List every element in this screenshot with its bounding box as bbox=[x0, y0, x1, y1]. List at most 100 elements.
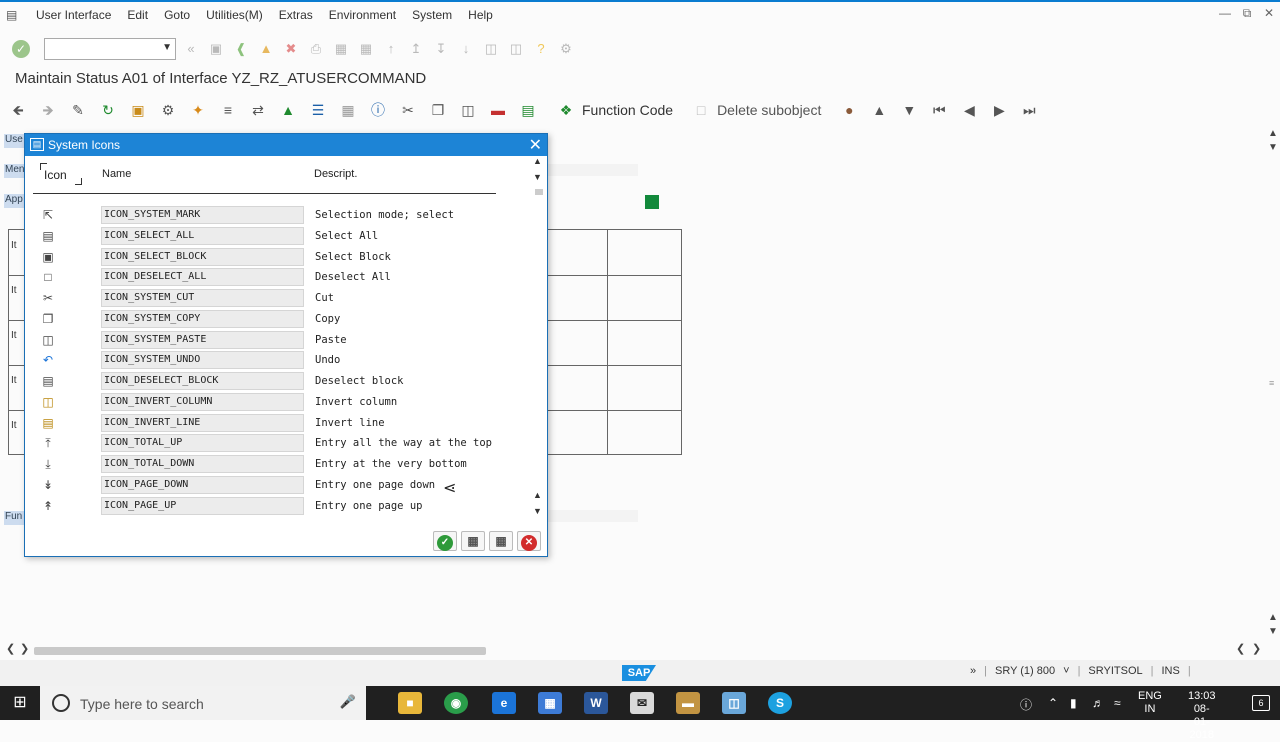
menu-environment[interactable]: Environment bbox=[321, 8, 404, 22]
dialog-titlebar[interactable]: ▤ System Icons ✕ bbox=[25, 134, 547, 156]
menu-edit[interactable]: Edit bbox=[119, 8, 156, 22]
test-wand-icon[interactable]: ✦ bbox=[186, 99, 210, 121]
icon-name-field[interactable]: ICON_SYSTEM_CUT bbox=[101, 289, 304, 307]
triangle-up-icon[interactable]: ▲ bbox=[867, 99, 891, 121]
print-icon[interactable]: ⎙ bbox=[306, 39, 326, 59]
chevron-down-icon[interactable]: ▼ bbox=[162, 42, 172, 53]
chevron-down-icon[interactable]: ˅ bbox=[1063, 665, 1069, 677]
scroll-down-icon[interactable]: ▼ bbox=[533, 506, 542, 516]
last-icon[interactable]: ⏭ bbox=[1017, 99, 1041, 121]
notification-icon[interactable]: 6 bbox=[1252, 695, 1270, 711]
microphone-icon[interactable]: 🎤 bbox=[340, 694, 356, 710]
bg-field[interactable] bbox=[546, 164, 638, 176]
help-circle-icon[interactable]: ⓘ bbox=[1020, 696, 1032, 713]
icon-name-field[interactable]: ICON_INVERT_COLUMN bbox=[101, 392, 304, 411]
delete-row-icon[interactable]: ▬ bbox=[486, 99, 510, 121]
find-button[interactable]: ▦ bbox=[461, 531, 485, 551]
icon-name-field[interactable]: ICON_INVERT_LINE bbox=[101, 413, 304, 432]
activate-icon[interactable]: ⚙ bbox=[156, 99, 180, 121]
delete-subobject-button[interactable]: Delete subobject bbox=[717, 102, 821, 118]
exit-icon[interactable]: ▲ bbox=[256, 39, 276, 59]
icon-name-field[interactable]: ICON_SYSTEM_PASTE bbox=[101, 330, 304, 349]
app-menu-icon[interactable]: ▤ bbox=[6, 8, 24, 22]
menu-system[interactable]: System bbox=[404, 8, 460, 22]
cancel-button[interactable]: ✕ bbox=[517, 531, 541, 551]
customize-gear-icon[interactable]: ⚙ bbox=[556, 39, 576, 59]
minimize-icon[interactable]: — bbox=[1214, 2, 1236, 24]
taskbar-clock[interactable]: 13:03 08-01-2018 bbox=[1188, 690, 1216, 742]
insert-row-icon[interactable]: ▤ bbox=[516, 99, 540, 121]
sap-logon-icon[interactable]: ▬ bbox=[676, 692, 700, 714]
enter-check-icon[interactable]: ✓ bbox=[12, 40, 30, 58]
display-change-icon[interactable]: ✎ bbox=[66, 99, 90, 121]
wifi-icon[interactable]: ≈ bbox=[1114, 696, 1121, 710]
scroll-down-icon[interactable]: ▼ bbox=[1266, 142, 1280, 153]
chevron-up-icon[interactable]: ⌃ bbox=[1048, 696, 1058, 710]
find-next-icon[interactable]: ▦ bbox=[356, 39, 376, 59]
dialog-vertical-scrollbar[interactable]: ▲ ▼ ▲ ▼ bbox=[531, 156, 547, 518]
where-used-icon[interactable]: ≡ bbox=[216, 99, 240, 121]
list-item[interactable]: □ ICON_DESELECT_ALL Deselect All bbox=[25, 267, 531, 288]
confirm-button[interactable]: ✓ bbox=[433, 531, 457, 551]
arrow-right-icon[interactable]: 🡺 bbox=[36, 99, 60, 121]
delete-subobject-icon[interactable]: □ bbox=[689, 99, 713, 121]
scroll-thumb[interactable] bbox=[535, 189, 543, 195]
file-explorer-icon[interactable]: ■ bbox=[398, 692, 422, 714]
icon-name-field[interactable]: ICON_PAGE_UP bbox=[101, 496, 304, 515]
column-header-icon[interactable]: Icon bbox=[39, 162, 83, 186]
function-code-button[interactable]: Function Code bbox=[582, 102, 673, 118]
scroll-grip-icon[interactable]: ≡ bbox=[1269, 378, 1277, 392]
icon-name-field[interactable]: ICON_DESELECT_ALL bbox=[101, 268, 304, 287]
arrow-left-icon[interactable]: 🡸 bbox=[6, 99, 30, 121]
sap-gui-icon[interactable]: ◫ bbox=[722, 692, 746, 714]
object-list-icon[interactable]: ☰ bbox=[306, 99, 330, 121]
menu-help[interactable]: Help bbox=[460, 8, 501, 22]
windows-start-icon[interactable]: ⊞ bbox=[0, 686, 40, 720]
list-item[interactable]: ▤ ICON_DESELECT_BLOCK Deselect block bbox=[25, 371, 531, 392]
table-icon[interactable]: ▦ bbox=[336, 99, 360, 121]
close-icon[interactable]: ✕ bbox=[529, 135, 542, 155]
triangle-down-icon[interactable]: ▼ bbox=[897, 99, 921, 121]
list-item[interactable]: ↟ ICON_PAGE_UP Entry one page up bbox=[25, 496, 531, 517]
word-icon[interactable]: W bbox=[584, 692, 608, 714]
info-icon[interactable]: ⓘ bbox=[366, 99, 390, 121]
icon-name-field[interactable]: ICON_SELECT_ALL bbox=[101, 226, 304, 245]
hat-icon[interactable]: ● bbox=[837, 99, 861, 121]
taskbar-search[interactable]: Type here to search 🎤 bbox=[40, 686, 366, 720]
icon-name-field[interactable]: ICON_DESELECT_BLOCK bbox=[101, 372, 304, 390]
list-item[interactable]: ✂ ICON_SYSTEM_CUT Cut bbox=[25, 288, 531, 309]
paste-toolbar-icon[interactable]: ◫ bbox=[456, 99, 480, 121]
previous-page-icon[interactable]: ↥ bbox=[406, 39, 426, 59]
battery-icon[interactable]: ▮ bbox=[1070, 696, 1077, 710]
scroll-down-icon[interactable]: ▼ bbox=[533, 172, 542, 182]
list-item[interactable]: ⤓ ICON_TOTAL_DOWN Entry at the very bottom bbox=[25, 454, 531, 475]
menu-user-interface[interactable]: User Interface bbox=[28, 8, 119, 22]
find-next-button[interactable]: ▦ bbox=[489, 531, 513, 551]
active-inactive-icon[interactable]: ↻ bbox=[96, 99, 120, 121]
expand-icon[interactable]: » bbox=[970, 665, 976, 677]
mail-icon[interactable]: ✉ bbox=[630, 692, 654, 714]
previous-icon[interactable]: ◀ bbox=[957, 99, 981, 121]
icon-name-field[interactable]: ICON_SYSTEM_UNDO bbox=[101, 351, 304, 370]
main-vertical-scrollbar[interactable]: ▲ ▼ ≡ ▲ ▼ bbox=[1266, 128, 1280, 640]
icon-name-field[interactable]: ICON_SYSTEM_MARK bbox=[101, 206, 304, 224]
column-header-name[interactable]: Name bbox=[102, 168, 131, 180]
volume-icon[interactable]: ♬ bbox=[1092, 696, 1104, 710]
copy-toolbar-icon[interactable]: ❐ bbox=[426, 99, 450, 121]
help-icon[interactable]: ? bbox=[531, 39, 551, 59]
next-page-icon[interactable]: ↧ bbox=[431, 39, 451, 59]
new-session-icon[interactable]: ◫ bbox=[481, 39, 501, 59]
icon-name-field[interactable]: ICON_TOTAL_UP bbox=[101, 434, 304, 453]
list-item[interactable]: ◫ ICON_SYSTEM_PASTE Paste bbox=[25, 330, 531, 351]
next-icon[interactable]: ▶ bbox=[987, 99, 1011, 121]
menu-extras[interactable]: Extras bbox=[271, 8, 321, 22]
collapse-double-left-icon[interactable]: « bbox=[181, 39, 201, 59]
list-item[interactable]: ◫ ICON_INVERT_COLUMN Invert column bbox=[25, 392, 531, 413]
list-item[interactable]: ▣ ICON_SELECT_BLOCK Select Block bbox=[25, 247, 531, 268]
list-item[interactable]: ❐ ICON_SYSTEM_COPY Copy bbox=[25, 309, 531, 330]
list-item[interactable]: ↶ ICON_SYSTEM_UNDO Undo bbox=[25, 350, 531, 371]
scroll-up-icon[interactable]: ▲ bbox=[1266, 612, 1280, 623]
language-indicator[interactable]: ENG IN bbox=[1138, 690, 1162, 716]
scroll-up-icon[interactable]: ▲ bbox=[533, 490, 542, 500]
scroll-up-icon[interactable]: ▲ bbox=[1266, 128, 1280, 139]
